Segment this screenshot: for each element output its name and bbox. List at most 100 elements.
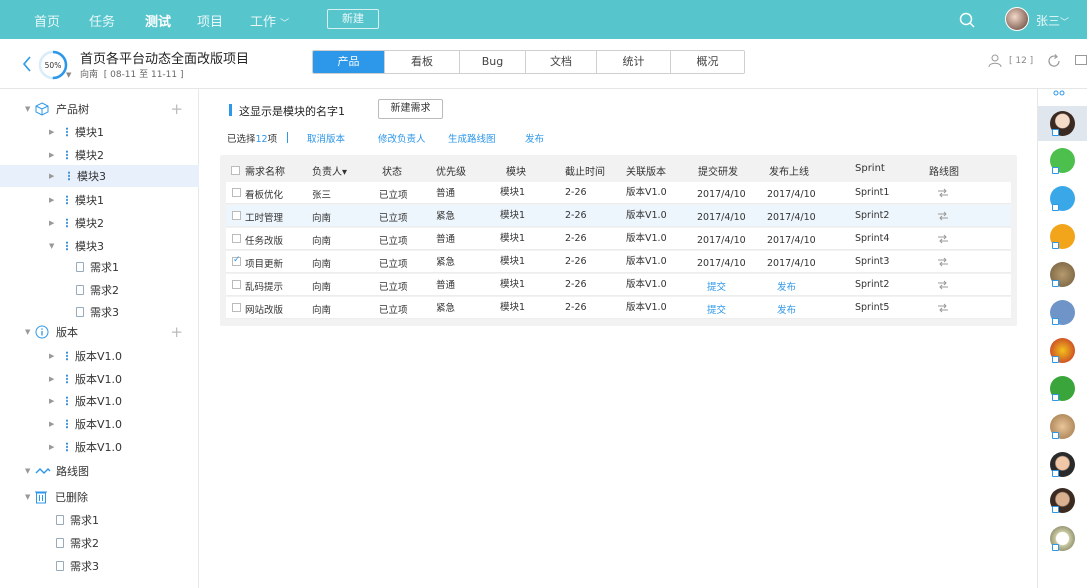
submit-link[interactable]: 提交 [707, 302, 726, 316]
column-header[interactable]: 提交研发 [698, 163, 738, 178]
table-row[interactable]: 乱码提示 向南 已立项 普通 模块1 2-26 版本V1.0 提交 发布 Sprint2 [226, 274, 1011, 296]
tree-module[interactable]: ▶ 模块2 [0, 144, 199, 166]
tab-bug[interactable]: Bug [460, 51, 526, 73]
tree-requirement[interactable]: 需求1 [0, 256, 199, 278]
tree-version[interactable]: ▶ 版本V1.0 [0, 368, 199, 390]
publish-action[interactable]: 发布 [525, 131, 544, 145]
tree-deleted-requirement[interactable]: 需求3 [0, 555, 199, 577]
roadmap-link-icon[interactable] [937, 211, 949, 221]
nav-test[interactable]: 测试 [145, 11, 171, 30]
document-icon [56, 515, 64, 525]
tree-label: 需求1 [70, 514, 99, 527]
roadmap-link-icon[interactable] [937, 303, 949, 313]
publish-link[interactable]: 发布 [777, 302, 796, 316]
table-cell: 模块1 [500, 210, 526, 221]
generate-roadmap-action[interactable]: 生成路线图 [448, 131, 496, 145]
tab-overview[interactable]: 概况 [671, 51, 744, 73]
row-checkbox[interactable] [232, 303, 241, 312]
requirement-name[interactable]: 任务改版 [245, 233, 283, 247]
roadmap-link-icon[interactable] [937, 188, 949, 198]
column-header[interactable]: 发布上线 [769, 163, 809, 178]
nav-tasks[interactable]: 任务 [89, 11, 115, 30]
tree-module[interactable]: ▶ 模块1 [0, 189, 199, 211]
tree-deleted-requirement[interactable]: 需求2 [0, 532, 199, 554]
nav-project[interactable]: 项目 [197, 11, 223, 30]
back-arrow-icon[interactable] [22, 56, 32, 72]
column-header[interactable]: 需求名称 [245, 163, 285, 178]
members-icon[interactable] [988, 54, 1004, 68]
members-icon[interactable] [1052, 90, 1066, 100]
screen-icon[interactable] [1075, 55, 1087, 67]
user-menu[interactable]: 张三﹀ [1036, 12, 1069, 29]
refresh-icon[interactable] [1047, 54, 1061, 68]
requirement-name[interactable]: 网站改版 [245, 302, 283, 316]
row-checkbox[interactable] [232, 234, 241, 243]
change-owner-action[interactable]: 修改负责人 [378, 131, 426, 145]
tree-requirement[interactable]: 需求3 [0, 301, 199, 323]
cancel-version-action[interactable]: 取消版本 [307, 131, 345, 145]
tree-deleted[interactable]: ▼ 已删除 [0, 486, 199, 508]
tree-module[interactable]: ▼ 模块3 [0, 235, 199, 257]
caret-right-icon: ▶ [49, 128, 55, 136]
requirement-name[interactable]: 乱码提示 [245, 279, 283, 293]
tree-product-root[interactable]: ▼ 产品树 + [0, 98, 199, 120]
drag-handle-icon [65, 442, 69, 452]
table-row[interactable]: 项目更新 向南 已立项 紧急 模块1 2-26 版本V1.0 2017/4/10 2017/4/… [226, 251, 1011, 273]
table-row[interactable]: 看板优化 张三 已立项 普通 模块1 2-26 版本V1.0 2017/4/10 2017/4/… [226, 182, 1011, 204]
table-cell: 模块1 [500, 302, 526, 313]
tree-version[interactable]: ▶ 版本V1.0 [0, 436, 199, 458]
tab-stats[interactable]: 统计 [597, 51, 671, 73]
tree-version-root[interactable]: ▼ 版本 + [0, 321, 199, 343]
nav-home[interactable]: 首页 [34, 11, 60, 30]
table-row[interactable]: 任务改版 向南 已立项 普通 模块1 2-26 版本V1.0 2017/4/10 2017/4/… [226, 228, 1011, 250]
search-icon[interactable] [959, 12, 975, 28]
tree-version[interactable]: ▶ 版本V1.0 [0, 390, 199, 412]
add-icon[interactable]: + [170, 100, 183, 118]
tree-module[interactable]: ▶ 模块2 [0, 212, 199, 234]
tree-requirement[interactable]: 需求2 [0, 279, 199, 301]
row-checkbox[interactable] [232, 255, 241, 266]
tree-module-selected[interactable]: ▶ 模块3 [0, 165, 199, 187]
select-all-checkbox[interactable] [231, 166, 240, 175]
column-header[interactable]: 关联版本 [626, 163, 666, 178]
project-title: 首页各平台动态全面改版项目 [80, 52, 250, 67]
submit-link[interactable]: 提交 [707, 279, 726, 293]
table-row[interactable]: 网站改版 向南 已立项 紧急 模块1 2-26 版本V1.0 提交 发布 Sprint5 [226, 297, 1011, 319]
tree-module[interactable]: ▶ 模块1 [0, 121, 199, 143]
caret-down-icon[interactable]: ▼ [66, 71, 71, 79]
table-cell: 2-26 [565, 302, 587, 313]
new-button[interactable]: 新建 [327, 9, 379, 29]
roadmap-link-icon[interactable] [937, 234, 949, 244]
tree-deleted-requirement[interactable]: 需求1 [0, 509, 199, 531]
tab-product[interactable]: 产品 [313, 51, 385, 73]
tree-version[interactable]: ▶ 版本V1.0 [0, 345, 199, 367]
row-checkbox[interactable] [232, 211, 241, 220]
tree-roadmap[interactable]: ▼ 路线图 [0, 460, 199, 482]
table-row[interactable]: 工时管理 向南 已立项 紧急 模块1 2-26 版本V1.0 2017/4/10 2017/4/… [226, 205, 1011, 227]
roadmap-link-icon[interactable] [937, 280, 949, 290]
tab-docs[interactable]: 文档 [526, 51, 597, 73]
requirement-name[interactable]: 工时管理 [245, 210, 283, 224]
requirement-name[interactable]: 项目更新 [245, 256, 283, 270]
row-checkbox[interactable] [232, 188, 241, 197]
section-marker [229, 104, 232, 116]
requirement-name[interactable]: 看板优化 [245, 187, 283, 201]
publish-link[interactable]: 发布 [777, 279, 796, 293]
add-icon[interactable]: + [170, 323, 183, 341]
column-header[interactable]: 模块 [506, 163, 526, 178]
user-avatar[interactable] [1005, 7, 1029, 31]
column-header[interactable]: Sprint [855, 163, 885, 174]
column-header[interactable]: 路线图 [929, 163, 959, 178]
column-header[interactable]: 状态 [382, 163, 402, 178]
nav-work[interactable]: 工作 ﹀ [250, 11, 289, 30]
tree-version[interactable]: ▶ 版本V1.0 [0, 413, 199, 435]
column-header[interactable]: 截止时间 [565, 163, 605, 178]
tab-kanban[interactable]: 看板 [385, 51, 460, 73]
roadmap-link-icon[interactable] [937, 257, 949, 267]
table-cell: 已立项 [379, 259, 408, 270]
caret-right-icon: ▶ [49, 443, 55, 451]
new-requirement-button[interactable]: 新建需求 [378, 99, 443, 119]
column-header[interactable]: 优先级 [436, 163, 466, 178]
column-header[interactable]: 负责人▾ [312, 163, 347, 178]
row-checkbox[interactable] [232, 280, 241, 289]
